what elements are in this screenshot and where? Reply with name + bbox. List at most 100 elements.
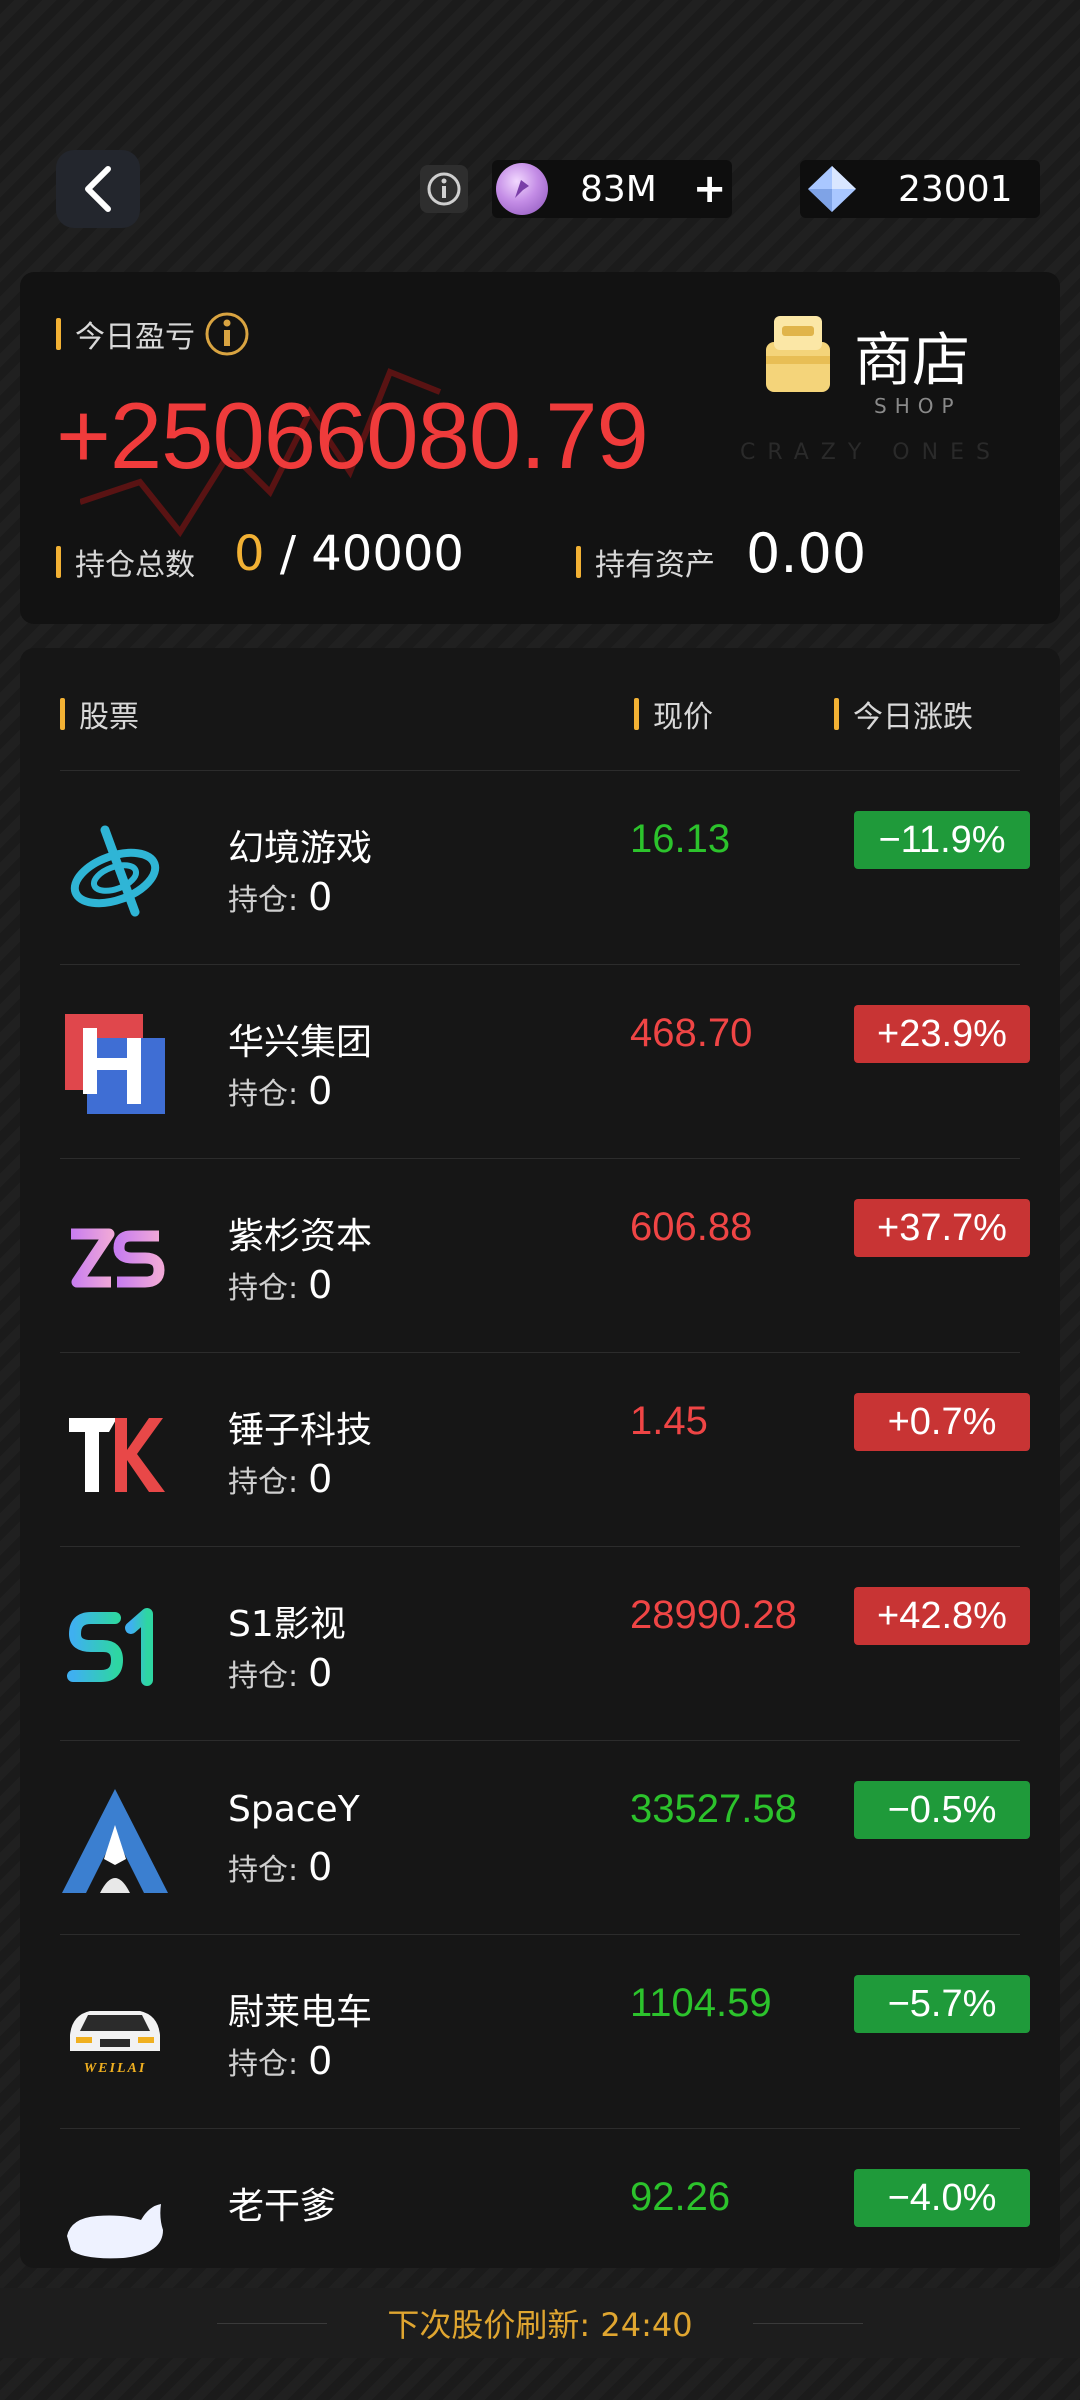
stock-row[interactable]: 锤子科技 持仓: 0 1.45 +0.7% — [60, 1352, 1030, 1547]
weilai-logo-text: WEILAI — [83, 2061, 147, 2076]
huaxing-logo — [60, 1009, 170, 1119]
holding-value: 0 — [308, 1069, 333, 1113]
stock-name: 锤子科技 — [228, 1410, 373, 1451]
pnl-label-text: 今日盈亏 — [75, 320, 195, 355]
stock-row[interactable]: S1影视 持仓: 0 28990.28 +42.8% — [60, 1546, 1030, 1741]
label-accent-bar — [60, 698, 65, 730]
weilai-car-logo: WEILAI — [60, 1979, 170, 2089]
stock-holding: 持仓: 0 — [228, 1457, 332, 1501]
chevron-left-icon — [85, 166, 111, 212]
holding-value: 0 — [308, 1263, 333, 1307]
pnl-label: 今日盈亏 — [56, 310, 251, 358]
holding-label: 持仓: — [228, 1077, 299, 1112]
s1-logo — [60, 1591, 170, 1701]
shop-sublabel: SHOP — [874, 394, 962, 418]
label-accent-bar — [56, 318, 61, 350]
stock-list: 股票 现价 今日涨跌 幻境游戏 持仓: 0 16.13 −11.9% 华兴集团 … — [20, 648, 1060, 2268]
stock-price: 468.70 — [630, 1011, 753, 1055]
stock-change-badge: +42.8% — [854, 1587, 1030, 1645]
stock-price: 92.26 — [630, 2175, 731, 2219]
stock-name: 紫杉资本 — [228, 1216, 373, 1257]
zs-logo — [60, 1203, 170, 1313]
stock-holding: 持仓: 0 — [228, 875, 332, 919]
holding-label: 持仓: — [228, 1465, 299, 1500]
footer-divider — [217, 2322, 328, 2324]
column-change: 今日涨跌 — [834, 692, 973, 736]
stock-price: 33527.58 — [630, 1787, 797, 1831]
stock-name: 尉莱电车 — [228, 1992, 373, 2033]
holdings-max: / 40000 — [279, 526, 464, 582]
info-icon[interactable] — [203, 310, 251, 358]
pnl-value: +25066080.79 — [56, 383, 649, 488]
rocket-logo — [60, 1785, 170, 1895]
stock-price: 606.88 — [630, 1205, 753, 1249]
stock-change-badge: −11.9% — [854, 811, 1030, 869]
stock-row[interactable]: 紫杉资本 持仓: 0 606.88 +37.7% — [60, 1158, 1030, 1353]
stock-row[interactable]: SpaceY 持仓: 0 33527.58 −0.5% — [60, 1740, 1030, 1935]
stock-row[interactable]: WEILAI 尉莱电车 持仓: 0 1104.59 −5.7% — [60, 1934, 1030, 2129]
label-accent-bar — [834, 698, 839, 730]
holdings-label: 持仓总数 — [56, 540, 195, 584]
holding-value: 0 — [308, 875, 333, 919]
holdings-count: 0 / 40000 — [234, 526, 464, 582]
shop-button[interactable]: 商店 — [760, 312, 970, 398]
stock-price: 16.13 — [630, 817, 731, 861]
gem-value: 23001 — [898, 168, 1013, 210]
label-accent-bar — [634, 698, 639, 730]
holding-label: 持仓: — [228, 1853, 299, 1888]
stock-name: S1影视 — [228, 1604, 346, 1645]
stock-row[interactable]: 老干爹 92.26 −4.0% — [60, 2128, 1030, 2268]
shop-label: 商店 — [854, 326, 971, 394]
coin-value: 83M — [580, 168, 657, 210]
column-price-label: 现价 — [653, 700, 713, 735]
back-button[interactable] — [56, 150, 140, 228]
holding-value: 0 — [308, 1845, 333, 1889]
stock-change-badge: −4.0% — [854, 2169, 1030, 2227]
stock-name: 幻境游戏 — [228, 828, 373, 869]
diamond-icon — [808, 166, 856, 212]
holding-value: 0 — [308, 2039, 333, 2083]
assets-label-text: 持有资产 — [595, 548, 715, 583]
hammer-tk-logo — [60, 1397, 170, 1507]
fantasy-game-logo — [60, 815, 170, 925]
holding-value: 0 — [308, 1651, 333, 1695]
stock-price: 28990.28 — [630, 1593, 797, 1637]
laoganda-logo — [60, 2173, 170, 2268]
gem-balance: 23001 — [800, 160, 1040, 218]
column-stock-label: 股票 — [79, 700, 139, 735]
holding-label: 持仓: — [228, 1271, 299, 1306]
stock-change-badge: +37.7% — [854, 1199, 1030, 1257]
column-change-label: 今日涨跌 — [853, 700, 973, 735]
stock-change-badge: −0.5% — [854, 1781, 1030, 1839]
stock-holding: 持仓: 0 — [228, 1845, 332, 1889]
coin-balance: 83M + — [492, 160, 732, 218]
info-button[interactable] — [420, 165, 468, 213]
refresh-footer: 下次股价刷新: 24:40 — [0, 2288, 1080, 2358]
column-price: 现价 — [634, 692, 713, 736]
stock-row[interactable]: 幻境游戏 持仓: 0 16.13 −11.9% — [60, 770, 1030, 965]
stock-holding: 持仓: 0 — [228, 1069, 332, 1113]
holding-label: 持仓: — [228, 883, 299, 918]
assets-value: 0.00 — [746, 522, 867, 585]
coin-icon — [496, 163, 548, 215]
column-stock: 股票 — [60, 692, 139, 736]
label-accent-bar — [576, 546, 581, 578]
assets-label: 持有资产 — [576, 540, 715, 584]
watermark-text: CRAZY ONES — [740, 440, 1002, 465]
stock-row[interactable]: 华兴集团 持仓: 0 468.70 +23.9% — [60, 964, 1030, 1159]
refresh-countdown: 下次股价刷新: 24:40 — [387, 2306, 693, 2344]
holdings-label-text: 持仓总数 — [75, 548, 195, 583]
add-coins-button[interactable]: + — [693, 166, 727, 212]
stock-change-badge: −5.7% — [854, 1975, 1030, 2033]
stock-name: 华兴集团 — [228, 1022, 373, 1063]
stock-name: 老干爹 — [228, 2186, 337, 2227]
stock-name: SpaceY — [228, 1789, 360, 1830]
holding-label: 持仓: — [228, 2047, 299, 2082]
holding-label: 持仓: — [228, 1659, 299, 1694]
pnl-summary-card: 今日盈亏 +25066080.79 商店 SHOP CRAZY ONES 持仓总… — [20, 272, 1060, 624]
footer-divider — [752, 2322, 863, 2324]
stock-change-badge: +23.9% — [854, 1005, 1030, 1063]
stock-price: 1104.59 — [630, 1981, 772, 2025]
stock-holding: 持仓: 0 — [228, 1651, 332, 1695]
shop-icon — [766, 316, 830, 392]
